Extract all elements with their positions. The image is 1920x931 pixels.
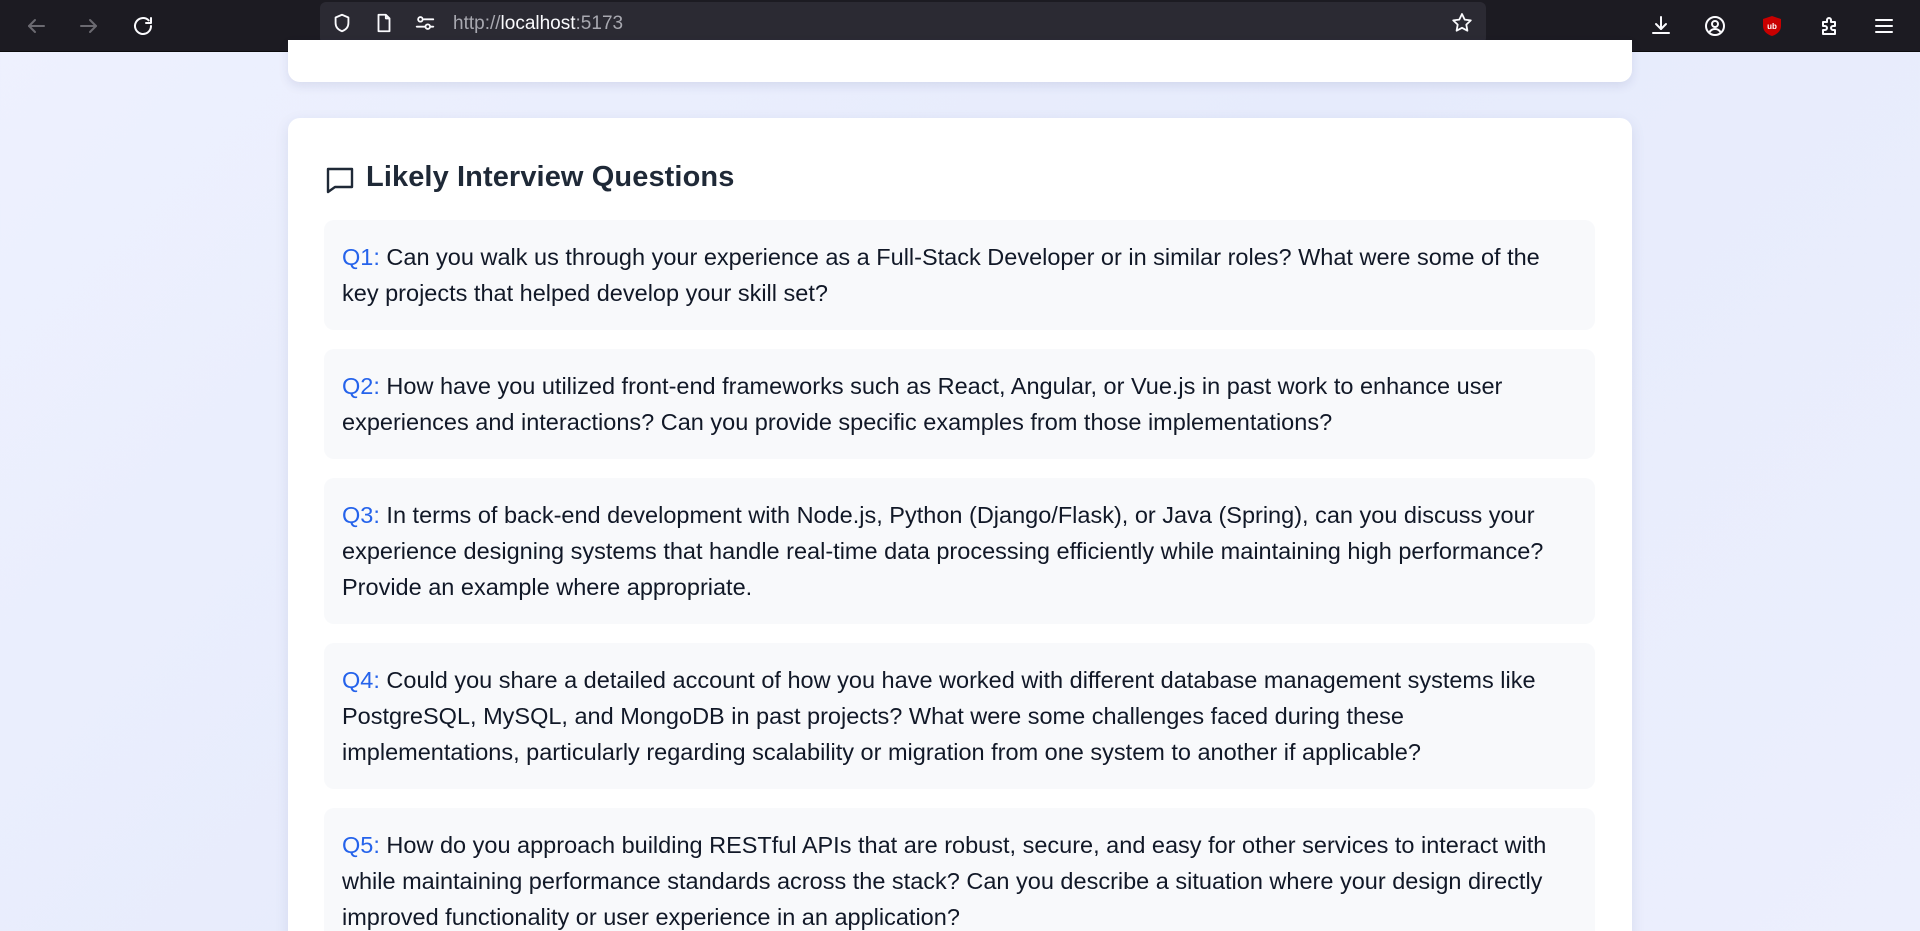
downloads-button[interactable] xyxy=(1641,6,1681,46)
account-icon xyxy=(1705,16,1725,36)
extensions-icon xyxy=(1822,17,1836,35)
bookmark-star-icon[interactable] xyxy=(1450,11,1474,35)
url-bar[interactable]: http://localhost:5173 xyxy=(320,2,1486,44)
question-label: Q5: xyxy=(342,832,380,858)
url-prefix: http:// xyxy=(453,13,501,34)
shield-icon[interactable] xyxy=(330,11,354,35)
section-title: Likely Interview Questions xyxy=(366,160,735,193)
url-text[interactable]: http://localhost:5173 xyxy=(453,13,623,35)
question-text: In terms of back-end development with No… xyxy=(342,502,1544,600)
question-item-3: Q3: In terms of back-end development wit… xyxy=(324,478,1595,624)
question-text: How have you utilized front-end framewor… xyxy=(342,373,1503,435)
permissions-icon[interactable] xyxy=(413,11,437,35)
ublock-button[interactable]: ub xyxy=(1752,6,1792,46)
forward-button[interactable] xyxy=(69,6,109,46)
download-icon xyxy=(1652,16,1670,34)
question-text: How do you approach building RESTful API… xyxy=(342,832,1547,930)
svg-text:ub: ub xyxy=(1767,22,1777,31)
question-item-5: Q5: How do you approach building RESTful… xyxy=(324,808,1595,931)
question-label: Q1: xyxy=(342,244,380,270)
previous-card xyxy=(288,40,1632,82)
question-text: Can you walk us through your experience … xyxy=(342,244,1540,306)
question-item-2: Q2: How have you utilized front-end fram… xyxy=(324,349,1595,459)
extensions-button[interactable] xyxy=(1810,6,1850,46)
menu-icon xyxy=(1875,19,1893,33)
url-port: :5173 xyxy=(575,13,624,34)
question-item-1: Q1: Can you walk us through your experie… xyxy=(324,220,1595,330)
menu-button[interactable] xyxy=(1864,6,1904,46)
chat-bubble-icon xyxy=(326,167,354,194)
question-text: Could you share a detailed account of ho… xyxy=(342,667,1536,765)
reload-button[interactable] xyxy=(123,6,163,46)
question-label: Q4: xyxy=(342,667,380,693)
forward-icon xyxy=(80,19,97,33)
url-host: localhost xyxy=(500,13,576,34)
back-icon xyxy=(28,19,45,33)
back-button[interactable] xyxy=(16,6,56,46)
account-button[interactable] xyxy=(1695,6,1735,46)
question-label: Q3: xyxy=(342,502,380,528)
section-header: Likely Interview Questions xyxy=(324,158,734,196)
questions-list: Q1: Can you walk us through your experie… xyxy=(324,220,1595,931)
page-icon[interactable] xyxy=(372,11,396,35)
reload-icon xyxy=(134,17,152,35)
question-label: Q2: xyxy=(342,373,380,399)
ublock-icon: ub xyxy=(1763,16,1781,36)
question-item-4: Q4: Could you share a detailed account o… xyxy=(324,643,1595,789)
interview-questions-card: Likely Interview Questions Q1: Can you w… xyxy=(288,118,1632,931)
